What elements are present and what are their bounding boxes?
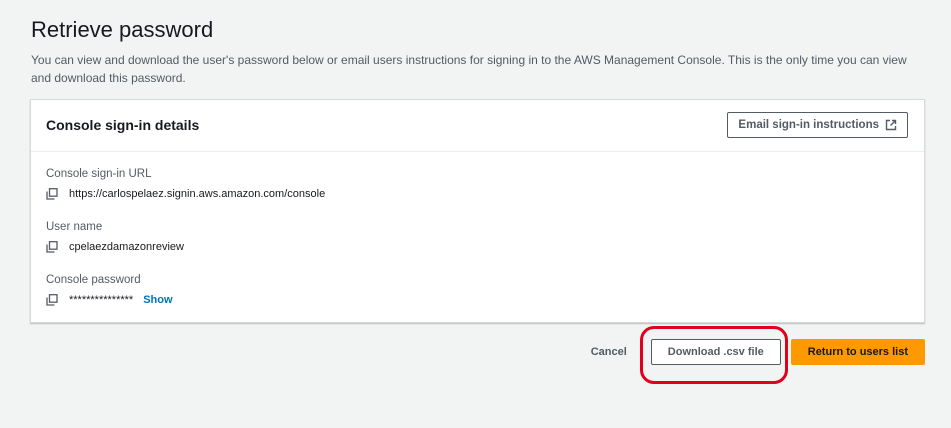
copy-icon[interactable] (46, 294, 58, 306)
user-name-label: User name (46, 221, 103, 233)
copy-icon[interactable] (46, 188, 58, 200)
panel-header: Console sign-in details Email sign-in in… (31, 100, 924, 152)
console-password-field: Console password *************** Show (46, 273, 173, 307)
console-password-value: *************** (69, 294, 134, 306)
user-name-value: cpelaezdamazonreview (69, 241, 184, 253)
page-description: You can view and download the user's pas… (31, 53, 907, 85)
console-url-field: Console sign-in URL https://carlospelaez… (46, 167, 325, 201)
show-password-link[interactable]: Show (143, 293, 172, 307)
console-password-label: Console password (46, 274, 141, 286)
return-to-users-list-button[interactable]: Return to users list (790, 339, 925, 365)
console-url-label: Console sign-in URL (46, 168, 152, 180)
user-name-field: User name cpelaezdamazonreview (46, 220, 184, 254)
email-button-label: Email sign-in instructions (738, 119, 879, 131)
email-sign-in-instructions-button[interactable]: Email sign-in instructions (727, 112, 908, 138)
sign-in-details-panel: Console sign-in details Email sign-in in… (30, 99, 925, 323)
console-url-value: https://carlospelaez.signin.aws.amazon.c… (69, 188, 326, 200)
panel-title: Console sign-in details (46, 117, 200, 133)
download-csv-button[interactable]: Download .csv file (650, 339, 781, 365)
page-title: Retrieve password (31, 17, 214, 42)
cancel-button[interactable]: Cancel (591, 346, 627, 358)
external-link-icon (885, 119, 897, 131)
action-bar: Cancel Download .csv file Return to user… (591, 339, 925, 365)
copy-icon[interactable] (46, 241, 58, 253)
